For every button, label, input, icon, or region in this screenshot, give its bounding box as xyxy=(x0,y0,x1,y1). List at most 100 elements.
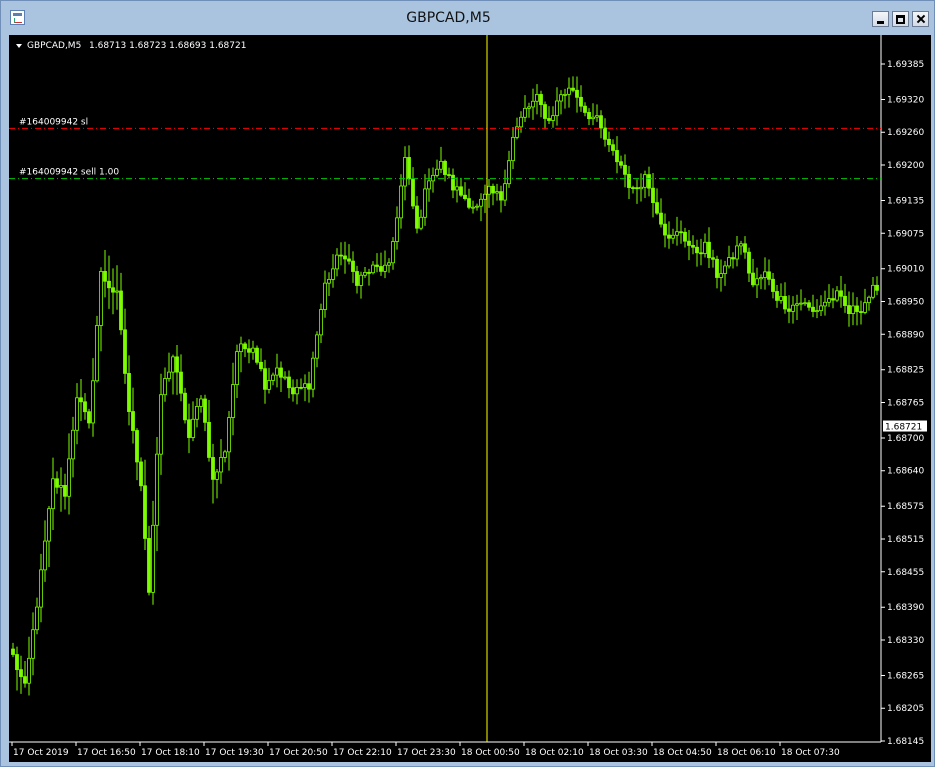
candle-body-bear xyxy=(179,371,183,394)
candle-body-bull xyxy=(591,116,595,120)
candle-body-bull xyxy=(815,310,819,313)
candle-body-bear xyxy=(679,231,683,234)
candle-body-bear xyxy=(79,397,83,403)
symbol-label: GBPCAD,M5 xyxy=(27,41,81,51)
candle-body-bear xyxy=(647,174,651,189)
close-button[interactable] xyxy=(912,11,929,27)
candle-body-bull xyxy=(387,262,391,266)
candle-body-bear xyxy=(339,254,343,257)
candle-body-bull xyxy=(115,290,119,293)
candle-body-bear xyxy=(743,243,747,253)
candle-body-bull xyxy=(275,367,279,376)
candle-body-bear xyxy=(771,278,775,292)
candle-body-bear xyxy=(183,392,187,421)
candle-body-bear xyxy=(811,306,815,312)
time-axis[interactable]: 17 Oct 2019 17 Oct 16:50 17 Oct 18:10 17 Oc… xyxy=(9,741,881,758)
price-tick-label: 1.68265 xyxy=(887,671,924,681)
candle-body-bull xyxy=(363,272,367,276)
candle-body-bear xyxy=(611,144,615,151)
candle-body-bull xyxy=(423,188,427,218)
candle-body-bear xyxy=(607,138,611,146)
candle-body-bear xyxy=(463,194,467,200)
candle-body-bear xyxy=(55,478,59,488)
candle-body-bull xyxy=(455,186,459,191)
candle-body-bear xyxy=(615,150,619,163)
title-bar[interactable]: GBPCAD,M5 xyxy=(1,1,934,35)
candle-body-bear xyxy=(603,127,607,140)
candle-body-bull xyxy=(735,245,739,260)
candle-body-bear xyxy=(11,648,15,655)
candle-body-bull xyxy=(795,303,799,306)
candle-body-bear xyxy=(575,89,579,98)
candle-body-bear xyxy=(775,291,779,301)
candle-body-bull xyxy=(231,384,235,418)
candle-body-bull xyxy=(595,115,599,118)
candle-body-bull xyxy=(563,93,567,96)
candle-body-bear xyxy=(15,654,19,671)
candle-body-bull xyxy=(391,241,395,264)
candle-body-bear xyxy=(599,115,603,129)
sell-order-label: #164009942 sell 1.00 xyxy=(19,168,119,178)
candle-body-bull xyxy=(327,279,331,284)
candle-body-bear xyxy=(579,96,583,107)
chart-canvas[interactable]: 1.69385 1.69320 1.69260 1.69200 1.69135 1.690… xyxy=(9,35,931,762)
candle-body-bear xyxy=(343,255,347,260)
minimize-button[interactable] xyxy=(872,11,889,27)
candle-body-bear xyxy=(631,187,635,189)
time-tick-label: 18 Oct 00:50 xyxy=(461,748,520,758)
candle-body-bear xyxy=(847,305,851,314)
candle-body-bear xyxy=(787,308,791,312)
price-axis[interactable]: 1.69385 1.69320 1.69260 1.69200 1.69135 1.690… xyxy=(880,35,924,747)
candle-body-bull xyxy=(511,136,515,162)
price-tick-label: 1.68765 xyxy=(887,399,924,409)
candle-body-bull xyxy=(59,485,63,488)
candle-body-bear xyxy=(291,387,295,395)
price-tick-label: 1.69260 xyxy=(887,128,924,138)
candle-body-bear xyxy=(711,257,715,260)
candle-body-bear xyxy=(875,284,879,291)
price-tick-label: 1.68515 xyxy=(887,535,924,545)
candle-body-bear xyxy=(123,329,127,374)
candle-body-bear xyxy=(683,231,687,242)
maximize-button[interactable] xyxy=(892,11,909,27)
candle-body-bear xyxy=(699,252,703,255)
candle-body-bull xyxy=(827,298,831,303)
candle-body-bull xyxy=(823,301,827,307)
candles-layer xyxy=(11,76,879,696)
time-tick-label: 17 Oct 18:10 xyxy=(141,748,200,758)
candle-body-bear xyxy=(655,202,659,214)
candle-body-bear xyxy=(635,187,639,190)
candle-body-bull xyxy=(267,380,271,390)
candle-body-bull xyxy=(435,168,439,176)
candle-body-bull xyxy=(159,394,163,455)
price-chart[interactable]: 1.69385 1.69320 1.69260 1.69200 1.69135 1.690… xyxy=(9,35,931,762)
candle-body-bear xyxy=(103,271,107,282)
candle-body-bull xyxy=(219,457,223,473)
candle-body-bull xyxy=(703,241,707,254)
candle-body-bull xyxy=(335,254,339,270)
candle-body-bear xyxy=(443,160,447,175)
candle-body-bull xyxy=(531,100,535,108)
candle-body-bull xyxy=(27,657,31,684)
candle-body-bull xyxy=(755,278,759,286)
symbol-header: GBPCAD,M5 1.68713 1.68723 1.68693 1.6872… xyxy=(16,41,246,51)
candle-body-bear xyxy=(111,287,115,293)
candle-body-bull xyxy=(163,378,167,396)
candle-body-bear xyxy=(691,245,695,248)
candle-body-bull xyxy=(195,406,199,420)
candle-body-bear xyxy=(307,383,311,390)
candle-body-bull xyxy=(759,277,763,280)
candle-body-bear xyxy=(87,411,91,424)
dropdown-triangle-icon[interactable] xyxy=(16,44,22,48)
candle-body-bull xyxy=(71,429,75,460)
stop-loss-label: #164009942 sl xyxy=(19,117,88,127)
candle-body-bull xyxy=(239,343,243,353)
candle-body-bear xyxy=(207,421,211,458)
candle-body-bull xyxy=(471,206,475,209)
candle-body-bear xyxy=(263,368,267,390)
price-tick-label: 1.69075 xyxy=(887,229,924,239)
candle-body-bear xyxy=(255,347,259,363)
price-tick-label: 1.69010 xyxy=(887,265,924,275)
candle-body-bear xyxy=(83,401,87,413)
candle-body-bull xyxy=(727,257,731,267)
